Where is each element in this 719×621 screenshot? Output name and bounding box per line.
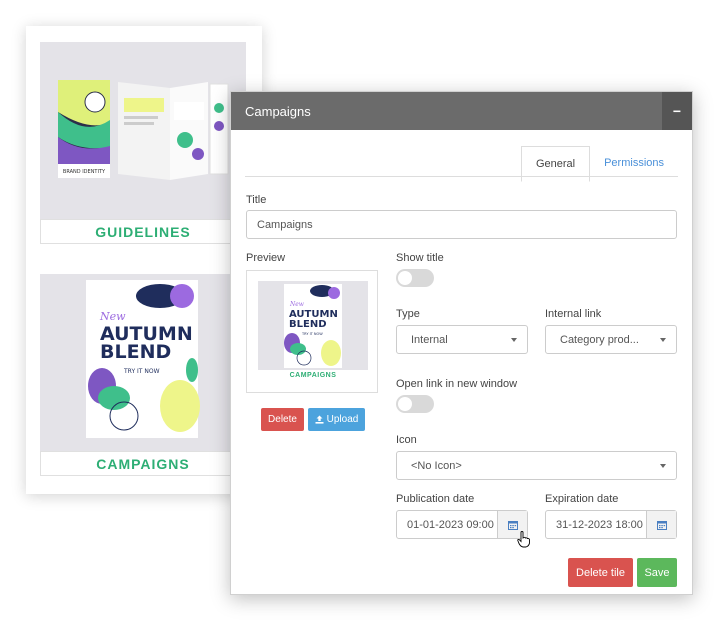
hand-cursor-icon (517, 531, 530, 548)
calendar-icon (656, 520, 667, 530)
svg-text:TRY IT NOW: TRY IT NOW (123, 368, 160, 375)
tile-campaigns[interactable]: New AUTUMN BLEND TRY IT NOW CAMPAIGNS (40, 274, 246, 476)
tab-divider (245, 176, 678, 177)
svg-text:BLEND: BLEND (289, 319, 327, 330)
upload-label: Upload (326, 414, 359, 425)
upload-icon (315, 415, 324, 424)
publication-date-value: 01-01-2023 09:00 (407, 518, 494, 531)
calendar-icon (507, 520, 518, 530)
icon-select[interactable]: <No Icon> (396, 451, 677, 480)
toggle-knob (398, 271, 412, 285)
publication-date-label: Publication date (396, 493, 475, 505)
expiration-date-picker-button[interactable] (646, 511, 676, 538)
save-button[interactable]: Save (637, 558, 677, 587)
caret-down-icon (660, 463, 666, 468)
type-label: Type (396, 308, 420, 320)
title-label: Title (246, 194, 267, 206)
open-new-window-toggle[interactable] (396, 395, 434, 413)
open-new-window-label: Open link in new window (396, 378, 518, 390)
internal-link-select[interactable]: Category prod... (545, 325, 677, 354)
upload-button[interactable]: Upload (308, 408, 365, 431)
svg-text:TRY IT NOW: TRY IT NOW (301, 332, 323, 336)
icon-label: Icon (396, 434, 417, 446)
preview-frame: New AUTUMN BLEND TRY IT NOW CAMPAIGNS (246, 270, 378, 393)
show-title-toggle[interactable] (396, 269, 434, 287)
toggle-knob (398, 397, 412, 411)
caret-down-icon (660, 337, 666, 342)
expiration-date-label: Expiration date (545, 493, 619, 505)
delete-image-button[interactable]: Delete (261, 408, 304, 431)
show-title-label: Show title (396, 252, 444, 264)
expiration-date-input[interactable]: 31-12-2023 18:00 (545, 510, 677, 539)
title-input-value: Campaigns (257, 218, 313, 231)
minus-icon: − (672, 103, 682, 119)
internal-link-label: Internal link (545, 308, 602, 320)
type-value: Internal (411, 333, 448, 346)
campaigns-poster-image: New AUTUMN BLEND TRY IT NOW (86, 280, 200, 438)
preview-poster-image: New AUTUMN BLEND TRY IT NOW (284, 284, 342, 368)
tile-guidelines[interactable]: BRAND IDENTITY GUIDELINES (40, 42, 246, 244)
svg-text:BRAND IDENTITY: BRAND IDENTITY (63, 169, 106, 175)
internal-link-value: Category prod... (560, 333, 639, 346)
dialog-header: Campaigns − (231, 92, 692, 130)
dialog-title: Campaigns (245, 103, 311, 119)
publication-date-input[interactable]: 01-01-2023 09:00 (396, 510, 528, 539)
svg-text:New: New (289, 301, 305, 308)
title-input[interactable]: Campaigns (246, 210, 677, 239)
preview-thumbnail: New AUTUMN BLEND TRY IT NOW CAMPAIGNS (258, 281, 368, 382)
delete-tile-button[interactable]: Delete tile (568, 558, 633, 587)
preview-label: Preview (246, 252, 286, 264)
collapse-button[interactable]: − (662, 92, 692, 130)
svg-text:BLEND: BLEND (100, 341, 171, 363)
tile-settings-dialog: Campaigns − General Permissions Title Ca… (230, 91, 693, 595)
caret-down-icon (511, 337, 517, 342)
expiration-date-value: 31-12-2023 18:00 (556, 518, 643, 531)
tile-label-guidelines: GUIDELINES (40, 219, 246, 244)
icon-value: <No Icon> (411, 459, 462, 472)
svg-text:New: New (99, 310, 126, 323)
type-select[interactable]: Internal (396, 325, 528, 354)
delete-image-label: Delete (268, 414, 297, 425)
tiles-panel: BRAND IDENTITY GUIDELINES New AUTUMN BLE… (26, 26, 262, 494)
save-label: Save (644, 566, 670, 579)
tile-label-campaigns: CAMPAIGNS (40, 451, 246, 476)
preview-thumb-label: CAMPAIGNS (258, 370, 368, 382)
delete-tile-label: Delete tile (576, 566, 625, 579)
guidelines-booklet-image: BRAND IDENTITY (58, 80, 229, 180)
